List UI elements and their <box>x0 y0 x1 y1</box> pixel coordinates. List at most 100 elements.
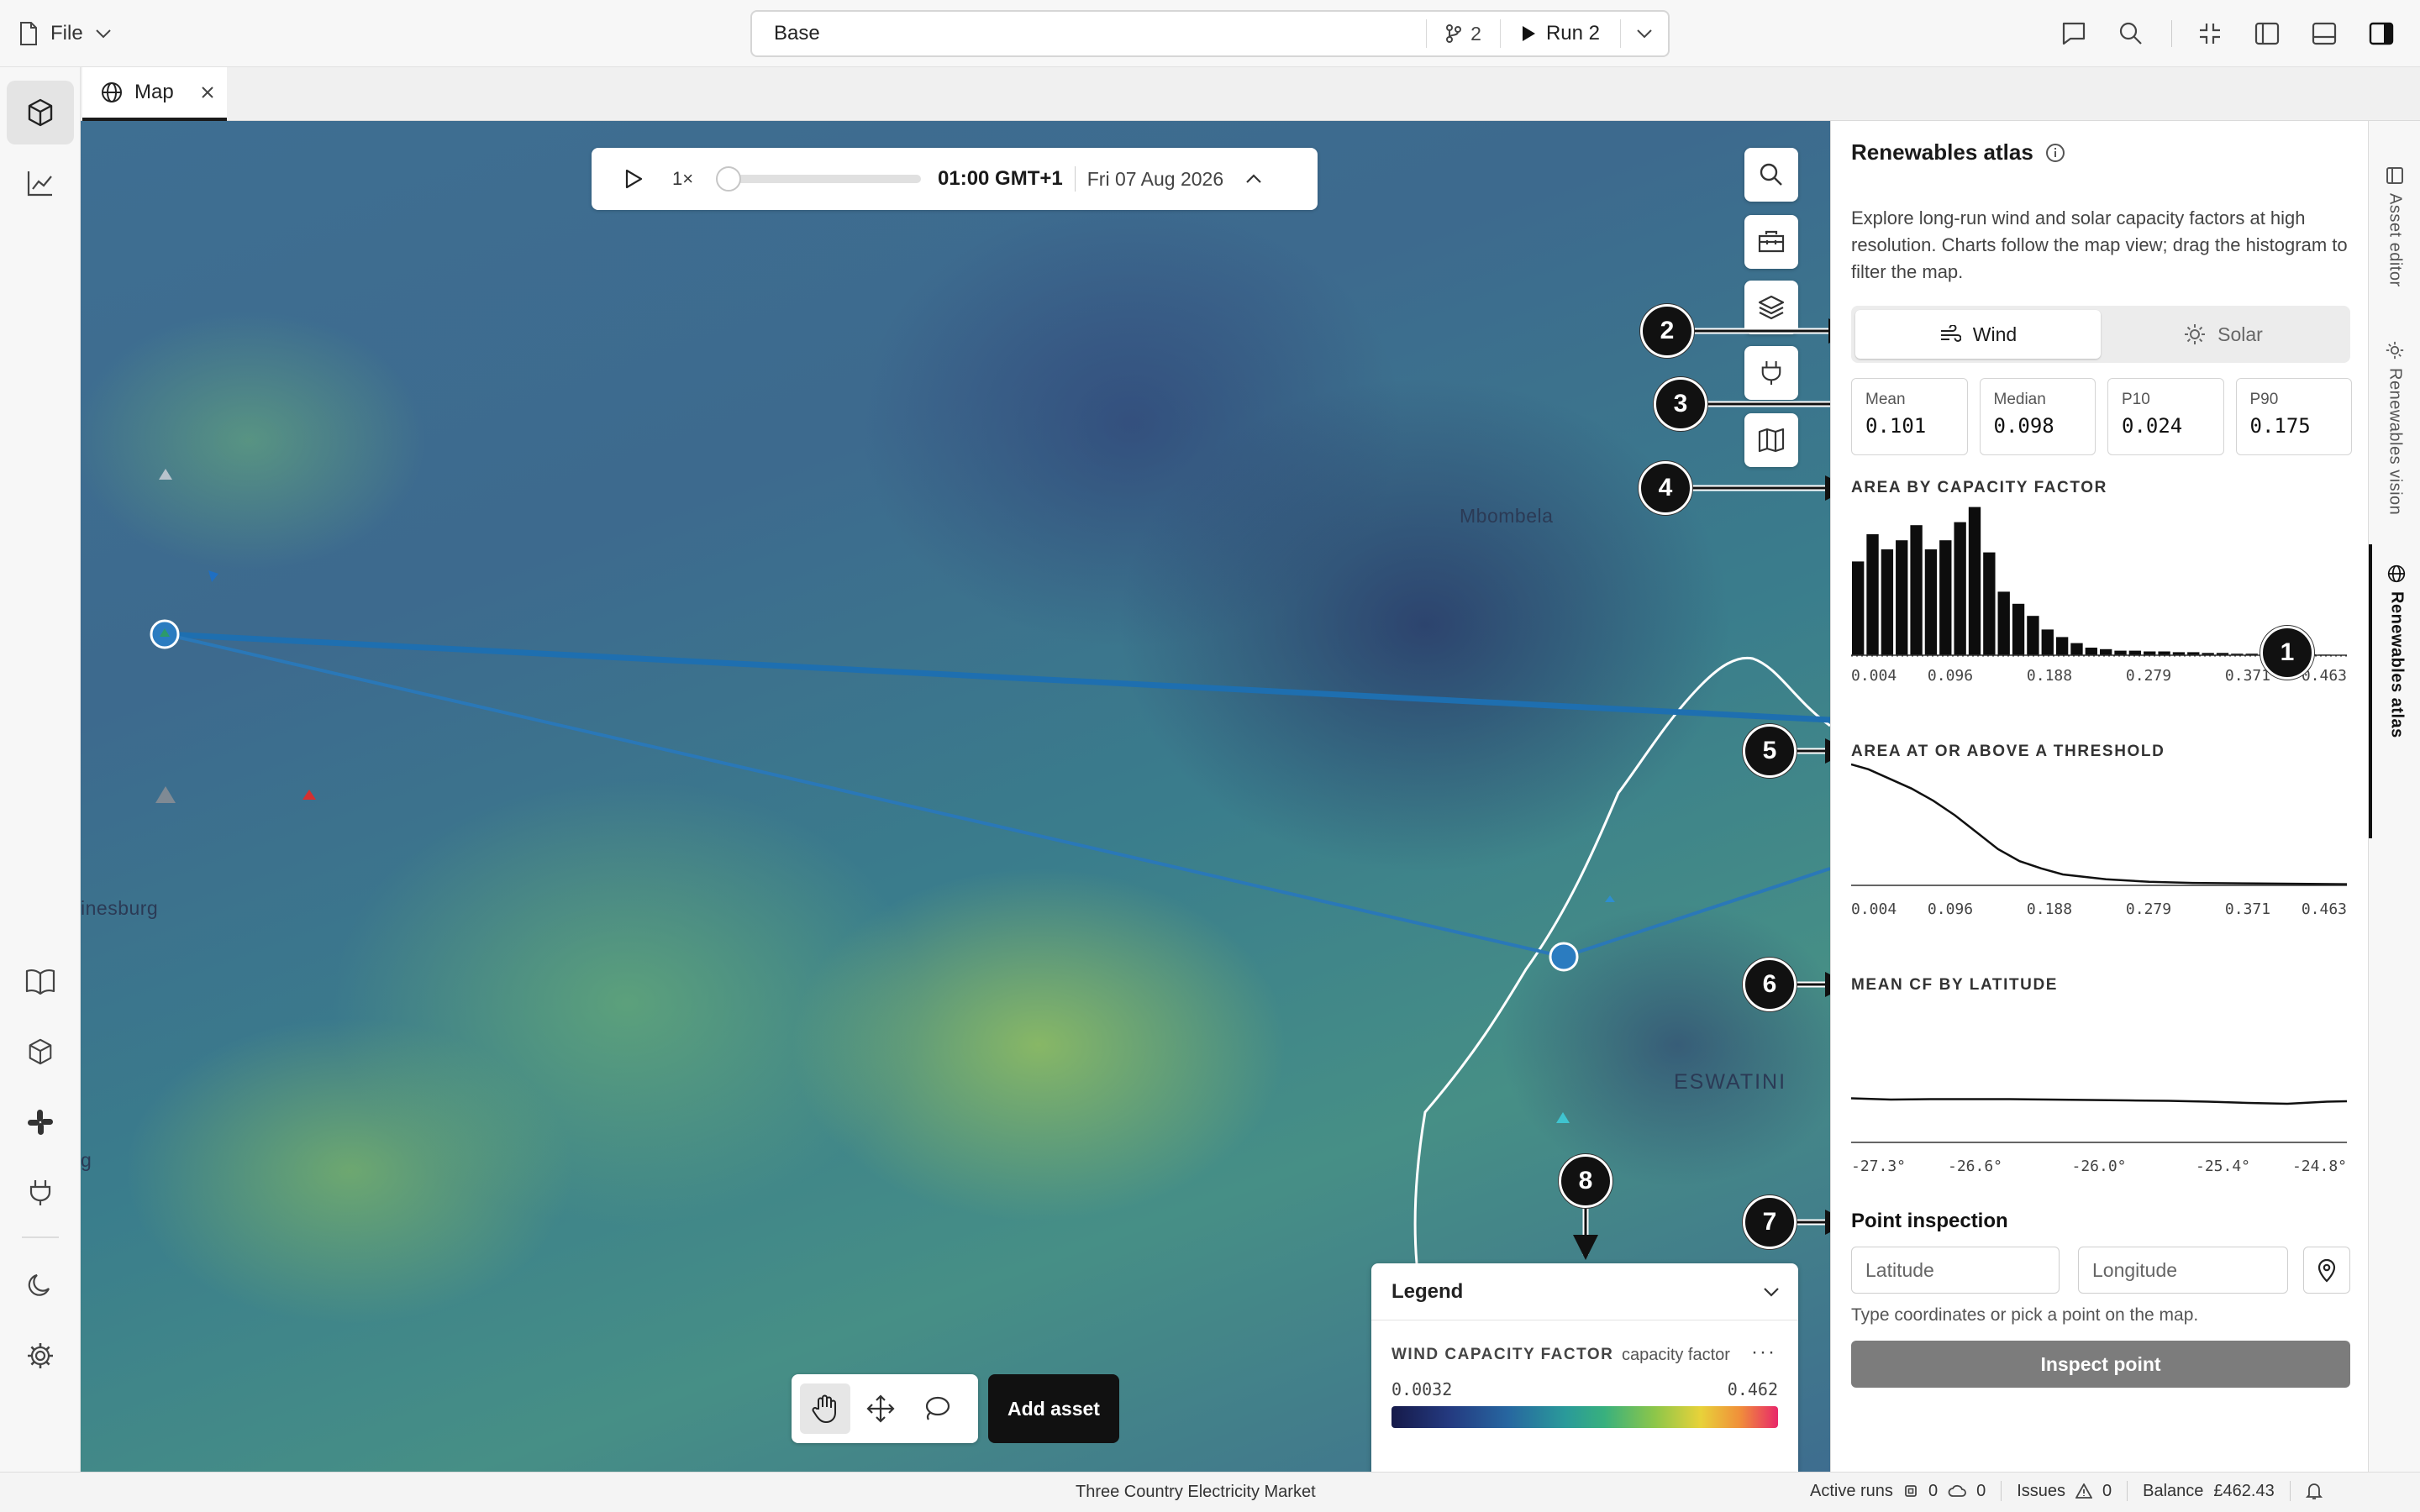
map-plug-button[interactable] <box>1744 346 1798 400</box>
longitude-input[interactable] <box>2078 1247 2288 1294</box>
map-search-button[interactable] <box>1744 148 1798 202</box>
histogram-bar <box>1954 522 1966 655</box>
playback-speed-button[interactable]: 1× <box>672 168 706 190</box>
move-tool-button[interactable] <box>855 1383 906 1434</box>
callout-badge: 4 <box>1639 461 1692 515</box>
mode-solar-button[interactable]: Solar <box>2101 310 2346 359</box>
axis-tick-label: -25.4° <box>2196 1158 2250 1175</box>
lasso-icon <box>922 1394 950 1423</box>
histogram-bar <box>1939 540 1952 655</box>
histogram-bar <box>2012 603 2025 655</box>
stat-label: Mean <box>1865 391 1906 408</box>
axis-tick-label: 0.004 <box>1851 667 1897 685</box>
active-runs-label[interactable]: Active runs <box>1810 1482 1893 1501</box>
lasso-tool-button[interactable] <box>911 1383 961 1434</box>
more-icon[interactable]: ··· <box>1751 1341 1776 1364</box>
legend-title: Legend <box>1392 1279 1464 1303</box>
rail-assets-button[interactable] <box>20 1032 60 1072</box>
tab-map[interactable]: Map <box>82 67 227 121</box>
rail-plugins-button[interactable] <box>20 1173 60 1213</box>
histogram-bar <box>1881 549 1894 655</box>
rail-models-button[interactable] <box>7 81 74 144</box>
file-menu[interactable]: File <box>18 15 112 52</box>
mode-wind-button[interactable]: Wind <box>1855 310 2101 359</box>
plug-icon <box>28 1179 53 1207</box>
search-button[interactable] <box>2114 17 2148 50</box>
globe-icon <box>2387 564 2406 583</box>
map-toolbox-button[interactable] <box>1744 215 1798 269</box>
add-asset-button[interactable]: Add asset <box>988 1374 1119 1443</box>
globe-icon <box>101 81 123 103</box>
wind-icon <box>1939 325 1961 344</box>
rail-slack-button[interactable] <box>20 1102 60 1142</box>
toggle-bottom-panel-button[interactable] <box>2307 17 2341 50</box>
stat-p10: P10 0.024 <box>2107 378 2224 455</box>
map-layers-button[interactable] <box>1744 281 1798 334</box>
close-icon[interactable] <box>201 86 214 99</box>
project-name: Three Country Electricity Market <box>1076 1483 1316 1501</box>
left-panel-icon <box>2254 20 2281 47</box>
run-label: Run 2 <box>1545 22 1600 45</box>
stat-value: 0.098 <box>1993 414 2054 438</box>
axis-tick-label: 0.096 <box>1928 667 1973 685</box>
pick-point-button[interactable] <box>2303 1247 2350 1294</box>
axis-tick-label: 0.096 <box>1928 900 1973 918</box>
rail-docs-button[interactable] <box>20 961 60 1001</box>
minimize-icon <box>2196 20 2223 47</box>
toggle-left-panel-button[interactable] <box>2250 17 2284 50</box>
time-controls: 1× 01:00 GMT+1 Fri 07 Aug 2026 <box>592 148 1318 210</box>
legend-header[interactable]: Legend <box>1371 1263 1798 1320</box>
divider <box>22 1236 59 1238</box>
search-icon <box>2118 20 2144 47</box>
tab-renewables-atlas[interactable]: Renewables atlas <box>2369 544 2420 838</box>
threshold-chart: 0.004 0.096 0.188 0.279 0.371 0.463 <box>1851 763 2348 918</box>
legend-unit: capacity factor <box>1622 1346 1730 1364</box>
play-icon <box>1521 25 1536 42</box>
map-label-mbombela: Mbombela <box>1460 505 1554 527</box>
asset-marker <box>1605 895 1615 902</box>
plug-icon <box>1760 360 1783 386</box>
info-icon[interactable] <box>2045 143 2065 163</box>
map-basemap-button[interactable] <box>1744 413 1798 467</box>
histogram-bar <box>2114 650 2127 655</box>
latitude-input[interactable] <box>1851 1247 2060 1294</box>
collapse-timebar-button[interactable] <box>1245 174 1262 184</box>
collapse-button[interactable] <box>2193 17 2227 50</box>
asset-marker <box>159 469 172 480</box>
play-button[interactable] <box>615 169 652 189</box>
run-button[interactable]: Run 2 <box>1501 22 1620 45</box>
right-panel-icon <box>2368 20 2395 47</box>
chevron-down-icon[interactable] <box>1763 1287 1780 1297</box>
histogram-bar <box>2027 616 2039 655</box>
balance-value: £462.43 <box>2213 1481 2275 1500</box>
scenario-title[interactable]: Base <box>752 22 1426 45</box>
rail-settings-button[interactable] <box>20 1336 60 1376</box>
bell-icon[interactable] <box>2305 1482 2323 1500</box>
asset-marker <box>1556 1112 1570 1123</box>
rail-charts-button[interactable] <box>20 163 60 203</box>
time-slider-handle[interactable] <box>716 166 741 192</box>
axis-tick-label: 0.279 <box>2126 900 2171 918</box>
sun-icon <box>2386 341 2404 360</box>
map-label-edge: g <box>81 1149 92 1171</box>
inspect-point-button[interactable]: Inspect point <box>1851 1341 2350 1388</box>
transmission-line <box>164 631 1830 723</box>
bottom-panel-icon <box>2311 20 2338 47</box>
panel-description: Explore long-run wind and solar capacity… <box>1851 207 2348 282</box>
branch-button[interactable]: 2 <box>1427 23 1500 45</box>
axis-tick-label: 0.371 <box>2225 900 2270 918</box>
time-slider[interactable] <box>716 166 921 192</box>
map-canvas[interactable]: Mbombela inesburg g ESWATINI 1× 01:00 GM… <box>81 121 1830 1472</box>
asset-marker <box>208 570 218 582</box>
pan-tool-button[interactable] <box>800 1383 850 1434</box>
comments-button[interactable] <box>2057 17 2091 50</box>
panel-title-text: Renewables atlas <box>1851 139 2033 165</box>
stat-p90: P90 0.175 <box>2235 378 2352 455</box>
run-dropdown-button[interactable] <box>1621 29 1668 39</box>
rail-theme-button[interactable] <box>20 1265 60 1305</box>
cpu-icon <box>1903 1483 1918 1499</box>
issues-label[interactable]: Issues <box>2017 1482 2065 1501</box>
branch-count: 2 <box>1470 22 1481 45</box>
stat-label: P90 <box>2249 391 2279 408</box>
toggle-right-panel-button[interactable] <box>2365 17 2398 50</box>
